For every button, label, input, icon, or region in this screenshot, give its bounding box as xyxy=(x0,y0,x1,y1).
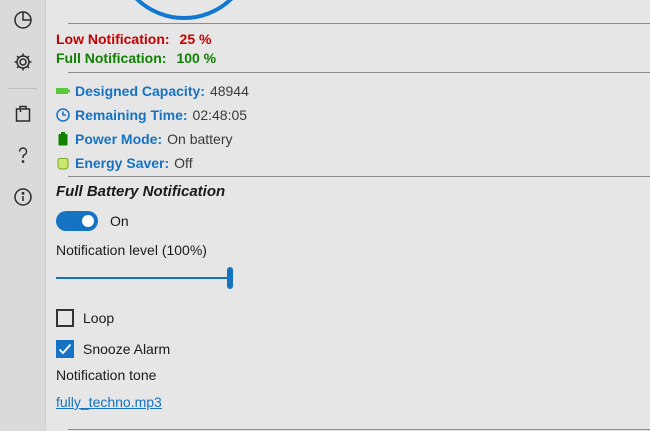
divider xyxy=(68,72,650,73)
low-notification: Low Notification: 25 % xyxy=(56,31,212,47)
battery-gauge xyxy=(114,0,254,20)
battery-icon xyxy=(56,132,70,146)
toggle-label: On xyxy=(110,213,129,229)
battery-capacity-icon xyxy=(56,84,70,98)
info-icon[interactable] xyxy=(0,179,45,215)
remaining-time-row: Remaining Time: 02:48:05 xyxy=(56,105,247,125)
shopping-bag-icon[interactable] xyxy=(0,95,45,131)
main-panel: Low Notification: 25 % Full Notification:… xyxy=(56,0,650,431)
divider xyxy=(68,23,650,24)
pie-chart-icon[interactable] xyxy=(0,2,45,38)
notification-level-label: Notification level (100%) xyxy=(56,242,207,258)
slider-thumb[interactable] xyxy=(227,267,233,289)
notification-level-slider[interactable] xyxy=(56,277,230,279)
section-title: Full Battery Notification xyxy=(56,183,226,200)
designed-capacity-row: Designed Capacity: 48944 xyxy=(56,81,249,101)
notification-tone-label: Notification tone xyxy=(56,367,157,383)
energy-saver-icon xyxy=(56,156,70,170)
divider xyxy=(68,176,650,177)
toggle-knob xyxy=(82,215,94,227)
divider xyxy=(68,429,650,430)
snooze-checkbox[interactable] xyxy=(56,340,74,358)
snooze-label: Snooze Alarm xyxy=(83,341,171,357)
loop-checkbox[interactable] xyxy=(56,309,74,327)
clock-icon xyxy=(56,108,70,122)
help-icon[interactable] xyxy=(0,137,45,173)
energy-saver-row: Energy Saver: Off xyxy=(56,153,193,173)
full-notification-toggle[interactable] xyxy=(56,211,98,231)
sidebar xyxy=(0,0,46,431)
checkmark-icon xyxy=(58,343,72,355)
gear-icon[interactable] xyxy=(0,44,45,80)
power-mode-row: Power Mode: On battery xyxy=(56,129,233,149)
full-notification: Full Notification: 100 % xyxy=(56,50,217,66)
loop-label: Loop xyxy=(83,310,115,326)
tone-file-link[interactable]: fully_techno.mp3 xyxy=(56,394,162,410)
